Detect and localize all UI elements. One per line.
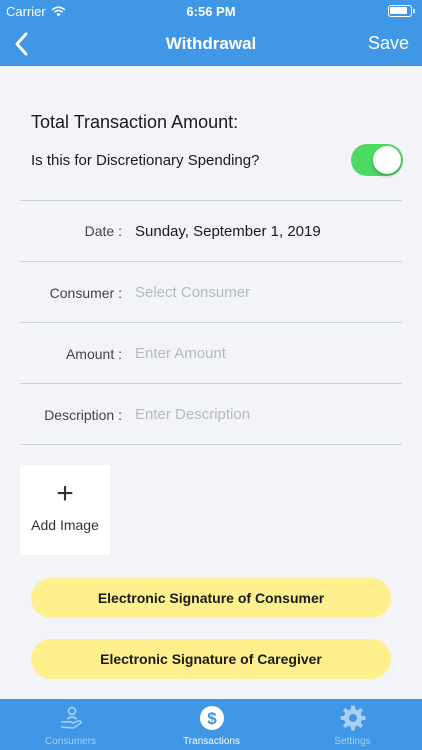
gear-icon: [340, 705, 365, 731]
navigation-bar: Withdrawal Save: [0, 22, 422, 66]
save-button[interactable]: Save: [368, 33, 409, 54]
date-label: Date :: [84, 223, 122, 239]
amount-label: Amount :: [65, 346, 122, 362]
tab-bar: Consumers $ Transactions Settings: [0, 699, 422, 750]
divider: [20, 383, 402, 384]
tab-transactions[interactable]: $ Transactions: [141, 699, 282, 750]
consumer-select[interactable]: Select Consumer: [135, 284, 250, 301]
date-value[interactable]: Sunday, September 1, 2019: [135, 223, 321, 240]
discretionary-spending-toggle[interactable]: [351, 144, 403, 176]
plus-icon: +: [56, 477, 74, 510]
description-input[interactable]: Enter Description: [135, 406, 250, 423]
add-image-label: Add Image: [31, 517, 99, 533]
svg-text:$: $: [207, 709, 217, 728]
tab-consumers[interactable]: Consumers: [0, 699, 141, 750]
tab-label: Transactions: [183, 736, 240, 747]
hand-person-icon: [60, 706, 82, 729]
tab-label: Settings: [334, 736, 371, 747]
discretionary-spending-label: Is this for Discretionary Spending?: [31, 152, 260, 169]
divider: [20, 200, 402, 201]
toggle-knob: [373, 146, 401, 174]
consumer-label: Consumer :: [49, 285, 122, 301]
add-image-button[interactable]: + Add Image: [20, 465, 110, 555]
battery-icon: [388, 5, 415, 17]
description-label: Description :: [44, 407, 122, 423]
dollar-icon: $: [199, 706, 224, 730]
tab-settings[interactable]: Settings: [282, 699, 422, 750]
consumer-signature-button[interactable]: Electronic Signature of Consumer: [31, 578, 391, 618]
caregiver-signature-button[interactable]: Electronic Signature of Caregiver: [31, 639, 391, 679]
amount-input[interactable]: Enter Amount: [135, 345, 226, 362]
total-transaction-amount-label: Total Transaction Amount:: [31, 112, 239, 132]
divider: [20, 444, 402, 445]
status-bar: Carrier 6:56 PM: [0, 0, 422, 22]
divider: [20, 322, 402, 323]
tab-label: Consumers: [44, 736, 97, 747]
page-title: Withdrawal: [165, 34, 257, 53]
divider: [20, 261, 402, 262]
status-time: 6:56 PM: [186, 4, 236, 19]
